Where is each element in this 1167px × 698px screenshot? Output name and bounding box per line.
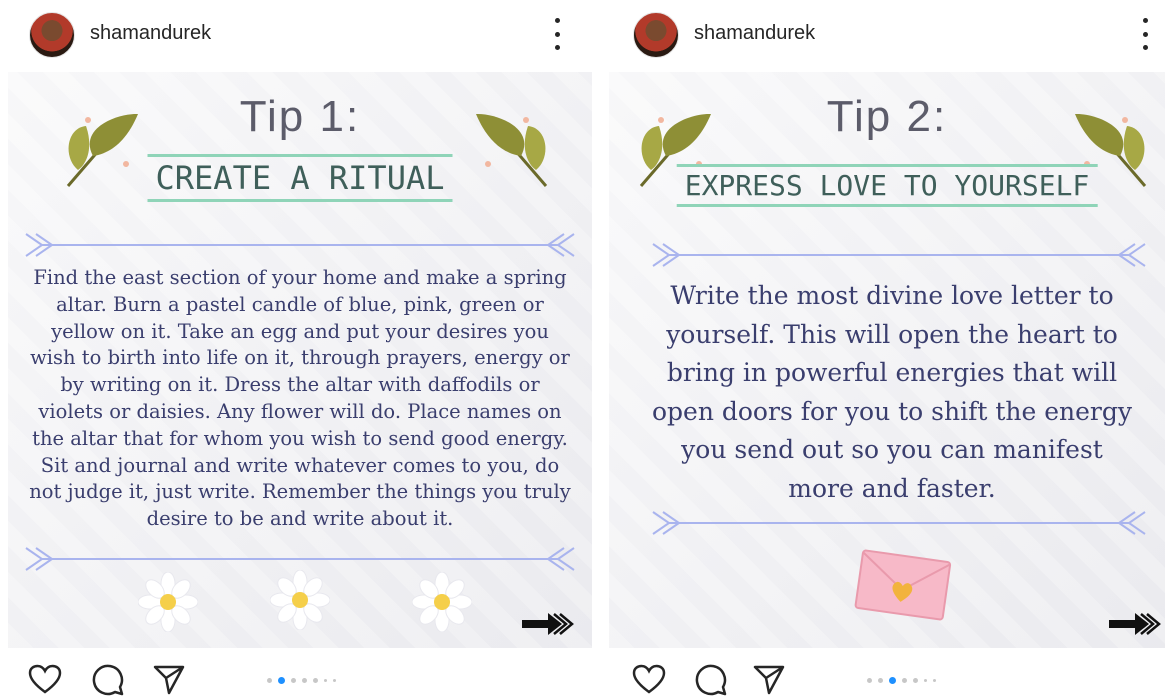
carousel-dot — [913, 678, 918, 683]
carousel-dot — [291, 678, 296, 683]
post-2: shamandurek Tip 2: EXPRESS LOVE TO YOURS… — [605, 0, 1167, 696]
next-arrow-icon[interactable] — [1107, 610, 1163, 638]
carousel-dot-active — [278, 677, 285, 684]
more-options-icon[interactable] — [1140, 18, 1150, 50]
carousel-dot — [933, 679, 936, 682]
daisy-icon — [412, 572, 472, 632]
carousel-dot — [313, 678, 318, 683]
daisy-icon — [270, 570, 330, 630]
carousel-dot — [924, 679, 927, 682]
daisy-icon — [138, 572, 198, 632]
heart-icon[interactable] — [28, 664, 62, 694]
carousel-dot-active — [889, 677, 896, 684]
arrow-divider — [652, 511, 1146, 535]
tip-heading: CREATE A RITUAL — [147, 154, 453, 202]
heart-icon[interactable] — [632, 664, 666, 694]
carousel-dot — [333, 679, 336, 682]
arrow-divider — [25, 233, 575, 257]
action-bar — [0, 660, 598, 698]
post-image: Tip 1: CREATE A RITUAL Find the east sec… — [8, 72, 592, 648]
post-header: shamandurek — [605, 0, 1167, 68]
more-options-icon[interactable] — [552, 18, 562, 50]
tip-body: Write the most divine love letter to you… — [651, 281, 1133, 503]
tip-label: Tip 1: — [239, 92, 361, 141]
username[interactable]: shamandurek — [90, 22, 211, 45]
love-letter-icon — [854, 549, 952, 621]
tip-label: Tip 2: — [826, 92, 948, 141]
carousel-dots — [867, 677, 936, 684]
carousel-dots — [267, 677, 336, 684]
comment-icon[interactable] — [694, 664, 728, 696]
avatar[interactable] — [29, 12, 75, 58]
next-arrow-icon[interactable] — [520, 610, 576, 638]
carousel-dot — [302, 678, 307, 683]
send-icon[interactable] — [752, 664, 786, 696]
avatar[interactable] — [633, 12, 679, 58]
carousel-dot — [867, 678, 872, 683]
action-bar — [605, 660, 1167, 698]
carousel-dot — [324, 679, 327, 682]
tip-heading: EXPRESS LOVE TO YOURSELF — [676, 164, 1098, 207]
comment-icon[interactable] — [91, 664, 125, 696]
carousel-dot — [902, 678, 907, 683]
send-icon[interactable] — [152, 664, 186, 696]
tip-body: Find the east section of your home and m… — [29, 266, 571, 531]
username[interactable]: shamandurek — [694, 22, 815, 45]
post-1: shamandurek Tip 1: CREATE A RITUAL Find … — [0, 0, 598, 696]
carousel-dot — [267, 678, 272, 683]
carousel-dot — [878, 678, 883, 683]
post-image: Tip 2: EXPRESS LOVE TO YOURSELF Write th… — [609, 72, 1165, 648]
arrow-divider — [652, 243, 1146, 267]
post-header: shamandurek — [0, 0, 598, 68]
